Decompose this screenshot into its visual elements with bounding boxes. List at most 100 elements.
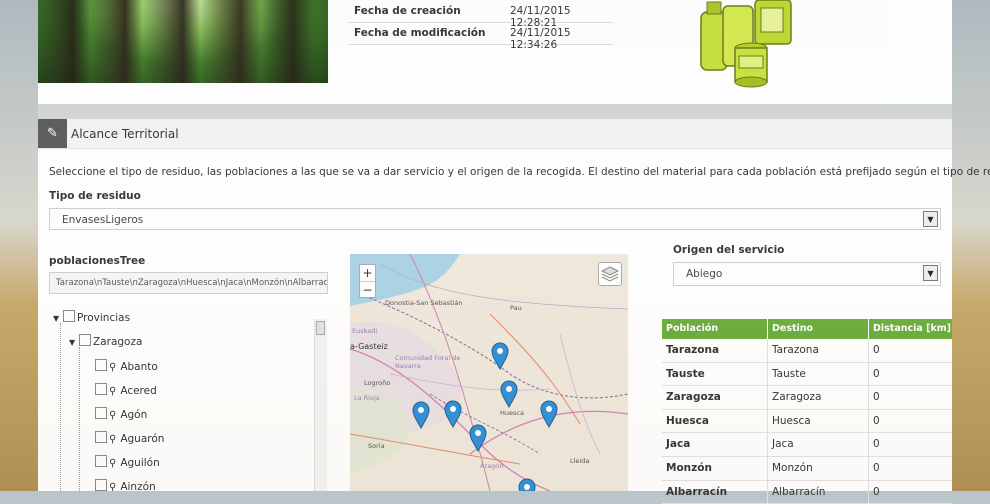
background-right <box>952 0 990 491</box>
zoom-out-button[interactable]: − <box>360 282 375 298</box>
tree-checkbox[interactable] <box>95 407 107 419</box>
tree-label: Abanto <box>120 361 158 373</box>
info-panel: Fecha de creación 24/11/2015 12:28:21 Fe… <box>38 0 952 104</box>
tree-checkbox[interactable] <box>95 359 107 371</box>
zoom-control: + − <box>359 264 376 298</box>
map-marker-icon[interactable] <box>469 424 487 452</box>
table-header: Población Destino Distancia [km] <box>662 319 952 339</box>
poblaciones-tree: ▼ Provincias ▼ Zaragoza ⚲ Abanto ⚲ Acered ⚲ A… <box>49 305 317 491</box>
tree-node-item[interactable]: ⚲ Agón <box>85 407 147 427</box>
section-description: Seleccione el tipo de residuo, las pobla… <box>49 166 990 178</box>
residuo-select[interactable]: EnvasesLigeros ▼ <box>49 208 941 230</box>
chevron-down-icon[interactable]: ▼ <box>923 265 938 281</box>
modified-value: 24/11/2015 12:34:26 <box>510 27 571 51</box>
map[interactable]: Donostia-San Sebastián Pau a-Gasteiz Eus… <box>350 254 628 491</box>
cell-distancia: 0 <box>873 414 880 427</box>
section-header: ✎ Alcance Territorial <box>38 119 952 149</box>
cell-distancia: 0 <box>873 485 880 498</box>
tree-node-item[interactable]: ⚲ Abanto <box>85 359 158 379</box>
chevron-down-icon[interactable]: ▼ <box>53 314 63 323</box>
cell-distancia: 0 <box>873 461 880 474</box>
layers-button[interactable] <box>598 262 622 286</box>
poblaciones-input[interactable]: Tarazona\nTauste\nZaragoza\nHuesca\nJaca… <box>49 272 328 294</box>
map-pin-icon: ⚲ <box>109 362 117 373</box>
map-label: Comunidad Foral de Navarra <box>395 354 461 370</box>
cell-poblacion: Huesca <box>666 414 709 427</box>
layers-icon <box>600 266 620 282</box>
cell-destino: Albarracín <box>772 485 826 498</box>
map-pin-icon: ⚲ <box>109 386 117 397</box>
forest-image <box>38 0 328 83</box>
map-marker-icon[interactable] <box>491 342 509 370</box>
zoom-in-button[interactable]: + <box>360 265 375 282</box>
map-marker-icon[interactable] <box>412 401 430 429</box>
map-pin-icon: ⚲ <box>109 410 117 421</box>
table-row: Huesca Huesca 0 <box>662 409 952 434</box>
cell-poblacion: Tauste <box>666 367 705 380</box>
map-label: Euskadi <box>352 327 378 335</box>
tree-checkbox[interactable] <box>95 479 107 491</box>
map-label: Logroño <box>364 379 391 387</box>
modified-row: Fecha de modificación 24/11/2015 12:34:2… <box>348 22 613 51</box>
origen-label: Origen del servicio <box>673 244 785 256</box>
tree-label: Acered <box>120 385 157 397</box>
origen-value: Abiego <box>686 268 723 280</box>
column-header: Distancia [km] <box>873 323 952 334</box>
modified-label: Fecha de modificación <box>354 27 486 39</box>
cell-destino: Jaca <box>772 438 794 451</box>
created-row: Fecha de creación 24/11/2015 12:28:21 <box>348 0 613 29</box>
tree-checkbox[interactable] <box>95 431 107 443</box>
map-marker-icon[interactable] <box>444 400 462 428</box>
tree-node-root[interactable]: ▼ Provincias <box>53 310 130 330</box>
tree-label: Zaragoza <box>93 336 143 348</box>
origen-select[interactable]: Abiego ▼ <box>673 262 941 286</box>
cell-destino: Huesca <box>772 414 811 427</box>
tree-scrollbar[interactable] <box>314 319 327 491</box>
tree-label: Provincias <box>77 312 131 324</box>
map-marker-icon[interactable] <box>518 478 536 491</box>
tree-node-province[interactable]: ▼ Zaragoza <box>69 334 142 354</box>
cell-destino: Tarazona <box>772 344 819 356</box>
map-marker-icon[interactable] <box>500 380 518 408</box>
map-label: Donostia-San Sebastián <box>385 299 463 307</box>
map-label: Huesca <box>500 409 524 417</box>
map-canvas[interactable] <box>350 254 628 491</box>
residuo-label: Tipo de residuo <box>49 190 141 202</box>
section-title: Alcance Territorial <box>71 127 179 141</box>
created-label: Fecha de creación <box>354 5 461 17</box>
cell-destino: Monzón <box>772 461 813 474</box>
column-header: Destino <box>772 323 814 334</box>
cell-distancia: 0 <box>873 344 880 356</box>
map-label: Aragón <box>480 462 504 470</box>
map-label: a-Gasteiz <box>350 342 388 351</box>
table-row: Monzón Monzón 0 <box>662 456 952 481</box>
map-label: Lleida <box>570 457 590 465</box>
cell-poblacion: Jaca <box>666 438 691 451</box>
chevron-down-icon[interactable]: ▼ <box>923 211 938 227</box>
tree-checkbox[interactable] <box>79 334 91 346</box>
cell-distancia: 0 <box>873 438 880 451</box>
tree-node-item[interactable]: ⚲ Aguilón <box>85 455 160 475</box>
tree-node-item[interactable]: ⚲ Acered <box>85 383 157 403</box>
cell-poblacion: Albarracín <box>666 485 728 498</box>
map-pin-icon: ⚲ <box>109 434 117 445</box>
map-pin-icon: ⚲ <box>109 482 117 491</box>
scrollbar-thumb[interactable] <box>316 321 325 335</box>
tree-node-item[interactable]: ⚲ Ainzón <box>85 479 156 491</box>
tree-node-item[interactable]: ⚲ Aguarón <box>85 431 164 451</box>
column-header: Población <box>666 323 719 334</box>
tree-label: Ainzón <box>120 481 156 491</box>
tree-checkbox[interactable] <box>63 310 75 322</box>
territorial-scope-panel: ✎ Alcance Territorial Seleccione el tipo… <box>38 119 990 504</box>
tree-checkbox[interactable] <box>95 383 107 395</box>
map-marker-icon[interactable] <box>540 400 558 428</box>
cell-poblacion: Zaragoza <box>666 391 721 404</box>
cell-poblacion: Tarazona <box>666 344 720 356</box>
chevron-down-icon[interactable]: ▼ <box>69 338 79 347</box>
tree-checkbox[interactable] <box>95 455 107 467</box>
table-row: Tarazona Tarazona 0 <box>662 339 952 363</box>
destinations-table: Población Destino Distancia [km] Tarazon… <box>662 319 952 504</box>
map-label: Soria <box>368 442 385 450</box>
cell-poblacion: Monzón <box>666 461 712 474</box>
poblaciones-label: poblacionesTree <box>49 255 146 267</box>
